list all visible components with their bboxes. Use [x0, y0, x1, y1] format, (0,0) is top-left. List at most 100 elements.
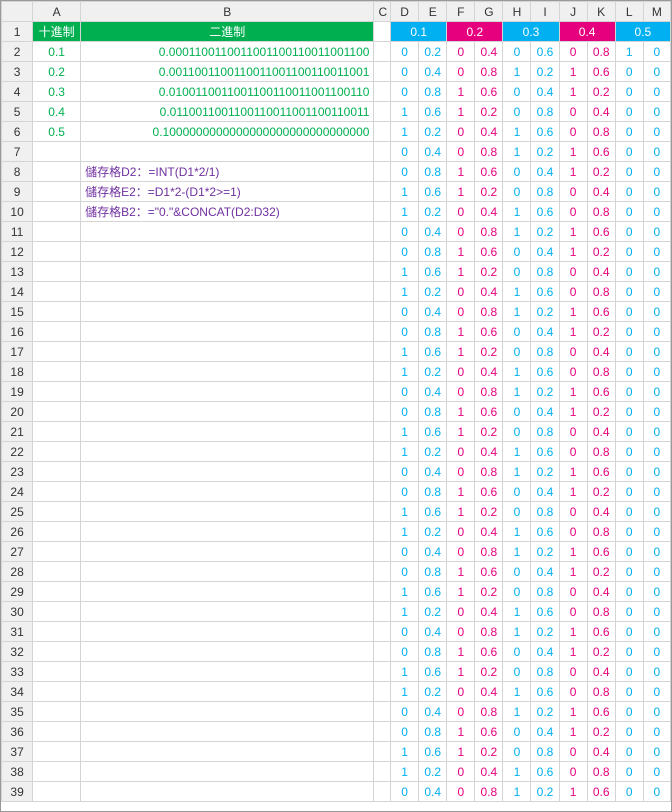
cell-I34[interactable]: 0.6 [531, 682, 559, 702]
cell-E22[interactable]: 0.2 [419, 442, 447, 462]
cell-F39[interactable]: 0 [447, 782, 475, 802]
cell-M29[interactable]: 0 [643, 582, 670, 602]
cell-A39[interactable] [33, 782, 81, 802]
cell-I15[interactable]: 0.2 [531, 302, 559, 322]
cell-K24[interactable]: 0.2 [587, 482, 615, 502]
cell-D11[interactable]: 0 [391, 222, 419, 242]
col-header-K[interactable]: K [587, 2, 615, 22]
cell-I35[interactable]: 0.2 [531, 702, 559, 722]
cell-M33[interactable]: 0 [643, 662, 670, 682]
cell-D29[interactable]: 1 [391, 582, 419, 602]
cell-F37[interactable]: 1 [447, 742, 475, 762]
cell-E24[interactable]: 0.8 [419, 482, 447, 502]
cell-J23[interactable]: 1 [559, 462, 587, 482]
cell-F14[interactable]: 0 [447, 282, 475, 302]
cell-M38[interactable]: 0 [643, 762, 670, 782]
cell-E28[interactable]: 0.8 [419, 562, 447, 582]
cell-G32[interactable]: 0.6 [475, 642, 503, 662]
cell-I22[interactable]: 0.6 [531, 442, 559, 462]
cell-I11[interactable]: 0.2 [531, 222, 559, 242]
cell-D4[interactable]: 0 [391, 82, 419, 102]
cell-K8[interactable]: 0.2 [587, 162, 615, 182]
cell-HI1[interactable]: 0.3 [503, 22, 559, 42]
cell-K9[interactable]: 0.4 [587, 182, 615, 202]
cell-L9[interactable]: 0 [615, 182, 643, 202]
cell-D37[interactable]: 1 [391, 742, 419, 762]
cell-M15[interactable]: 0 [643, 302, 670, 322]
row-header-29[interactable]: 29 [2, 582, 33, 602]
cell-I38[interactable]: 0.6 [531, 762, 559, 782]
cell-C34[interactable] [374, 682, 391, 702]
cell-D23[interactable]: 0 [391, 462, 419, 482]
cell-K23[interactable]: 0.6 [587, 462, 615, 482]
cell-J18[interactable]: 0 [559, 362, 587, 382]
cell-B22[interactable] [81, 442, 374, 462]
cell-C19[interactable] [374, 382, 391, 402]
row-header-14[interactable]: 14 [2, 282, 33, 302]
cell-J30[interactable]: 0 [559, 602, 587, 622]
cell-E3[interactable]: 0.4 [419, 62, 447, 82]
cell-K32[interactable]: 0.2 [587, 642, 615, 662]
row-header-26[interactable]: 26 [2, 522, 33, 542]
cell-L8[interactable]: 0 [615, 162, 643, 182]
cell-J11[interactable]: 1 [559, 222, 587, 242]
cell-G21[interactable]: 0.2 [475, 422, 503, 442]
cell-H7[interactable]: 1 [503, 142, 531, 162]
cell-F25[interactable]: 1 [447, 502, 475, 522]
cell-A4[interactable]: 0.3 [33, 82, 81, 102]
cell-I31[interactable]: 0.2 [531, 622, 559, 642]
cell-C21[interactable] [374, 422, 391, 442]
cell-I21[interactable]: 0.8 [531, 422, 559, 442]
cell-F13[interactable]: 1 [447, 262, 475, 282]
cell-E4[interactable]: 0.8 [419, 82, 447, 102]
cell-J10[interactable]: 0 [559, 202, 587, 222]
cell-M6[interactable]: 0 [643, 122, 670, 142]
cell-M8[interactable]: 0 [643, 162, 670, 182]
cell-E11[interactable]: 0.4 [419, 222, 447, 242]
cell-F24[interactable]: 1 [447, 482, 475, 502]
row-header-17[interactable]: 17 [2, 342, 33, 362]
cell-M12[interactable]: 0 [643, 242, 670, 262]
cell-H18[interactable]: 1 [503, 362, 531, 382]
cell-E33[interactable]: 0.6 [419, 662, 447, 682]
cell-H38[interactable]: 1 [503, 762, 531, 782]
cell-M27[interactable]: 0 [643, 542, 670, 562]
row-header-32[interactable]: 32 [2, 642, 33, 662]
cell-K16[interactable]: 0.2 [587, 322, 615, 342]
cell-E23[interactable]: 0.4 [419, 462, 447, 482]
cell-D28[interactable]: 0 [391, 562, 419, 582]
col-header-G[interactable]: G [475, 2, 503, 22]
cell-L6[interactable]: 0 [615, 122, 643, 142]
cell-A19[interactable] [33, 382, 81, 402]
cell-C22[interactable] [374, 442, 391, 462]
cell-G9[interactable]: 0.2 [475, 182, 503, 202]
cell-K37[interactable]: 0.4 [587, 742, 615, 762]
cell-J6[interactable]: 0 [559, 122, 587, 142]
cell-L37[interactable]: 0 [615, 742, 643, 762]
cell-K17[interactable]: 0.4 [587, 342, 615, 362]
cell-A21[interactable] [33, 422, 81, 442]
col-header-H[interactable]: H [503, 2, 531, 22]
cell-G6[interactable]: 0.4 [475, 122, 503, 142]
cell-L19[interactable]: 0 [615, 382, 643, 402]
cell-G34[interactable]: 0.4 [475, 682, 503, 702]
cell-C28[interactable] [374, 562, 391, 582]
cell-A5[interactable]: 0.4 [33, 102, 81, 122]
row-header-39[interactable]: 39 [2, 782, 33, 802]
cell-D3[interactable]: 0 [391, 62, 419, 82]
cell-H8[interactable]: 0 [503, 162, 531, 182]
row-header-20[interactable]: 20 [2, 402, 33, 422]
cell-L17[interactable]: 0 [615, 342, 643, 362]
cell-H10[interactable]: 1 [503, 202, 531, 222]
cell-G31[interactable]: 0.8 [475, 622, 503, 642]
cell-K29[interactable]: 0.4 [587, 582, 615, 602]
cell-F29[interactable]: 1 [447, 582, 475, 602]
cell-D6[interactable]: 1 [391, 122, 419, 142]
cell-F5[interactable]: 1 [447, 102, 475, 122]
cell-G3[interactable]: 0.8 [475, 62, 503, 82]
cell-L15[interactable]: 0 [615, 302, 643, 322]
cell-G39[interactable]: 0.8 [475, 782, 503, 802]
cell-C30[interactable] [374, 602, 391, 622]
cell-L2[interactable]: 1 [615, 42, 643, 62]
cell-J28[interactable]: 1 [559, 562, 587, 582]
